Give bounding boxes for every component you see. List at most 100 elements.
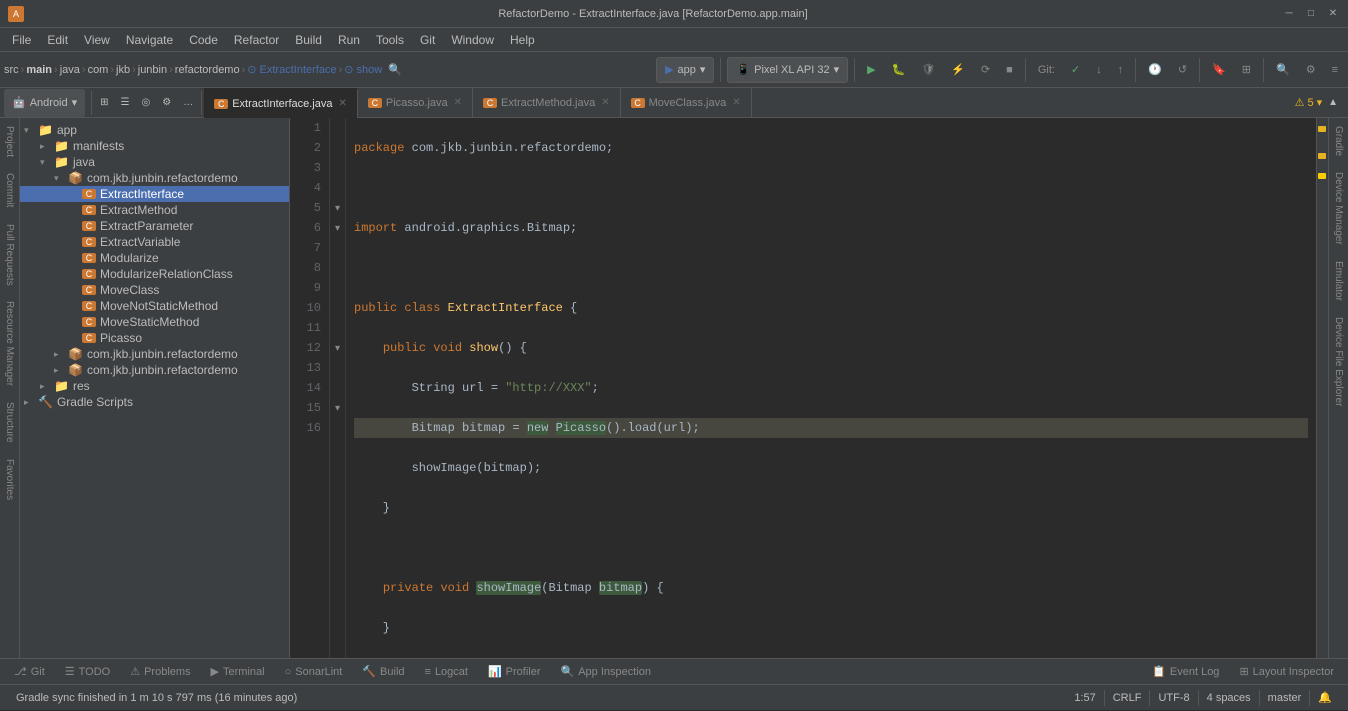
- project-scroll-button[interactable]: ◎: [136, 89, 157, 117]
- code-text-area[interactable]: package com.jkb.junbin.refactordemo; imp…: [346, 118, 1316, 658]
- menu-edit[interactable]: Edit: [39, 28, 76, 52]
- gutter-6[interactable]: ▾: [330, 218, 345, 238]
- panel-gradle[interactable]: Gradle: [1331, 118, 1346, 164]
- project-list-button[interactable]: ☰: [115, 89, 136, 117]
- tab-close-move-class[interactable]: ✕: [732, 97, 740, 108]
- tab-extract-interface[interactable]: C ExtractInterface.java ✕: [204, 88, 358, 118]
- apply-changes-button[interactable]: ⟳: [975, 56, 996, 84]
- code-editor[interactable]: 1 2 3 4 5 6 7 8 9 10 11 12 13 14 15 16: [290, 118, 1328, 658]
- bottom-tab-event-log[interactable]: 📋 Event Log: [1142, 659, 1229, 685]
- tab-move-class[interactable]: C MoveClass.java ✕: [621, 88, 752, 118]
- menu-code[interactable]: Code: [181, 28, 226, 52]
- warning-badge[interactable]: ⚠ 5 ▾: [1295, 96, 1323, 109]
- gutter-15[interactable]: ▾: [330, 398, 345, 418]
- breadcrumb-com[interactable]: com: [88, 64, 109, 76]
- tab-extract-method[interactable]: C ExtractMethod.java ✕: [473, 88, 621, 118]
- tree-package-2[interactable]: ▸ 📦 com.jkb.junbin.refactordemo: [20, 346, 289, 362]
- tree-modularize[interactable]: C Modularize: [20, 250, 289, 266]
- status-git-branch[interactable]: master: [1260, 685, 1310, 711]
- device-dropdown[interactable]: 📱 Pixel XL API 32 ▾: [727, 57, 848, 83]
- menu-view[interactable]: View: [76, 28, 118, 52]
- panel-resource-manager[interactable]: Resource Manager: [2, 293, 17, 394]
- history-button[interactable]: 🕐: [1142, 56, 1168, 84]
- panel-structure[interactable]: Structure: [2, 394, 17, 451]
- tree-move-class[interactable]: C MoveClass: [20, 282, 289, 298]
- bottom-tab-todo[interactable]: ☰ TODO: [55, 659, 120, 685]
- menu-refactor[interactable]: Refactor: [226, 28, 287, 52]
- stop-button[interactable]: ■: [1000, 56, 1019, 84]
- settings-button[interactable]: ⚙: [1300, 56, 1322, 84]
- panel-favorites[interactable]: Favorites: [2, 451, 17, 508]
- tree-move-not-static[interactable]: C MoveNotStaticMethod: [20, 298, 289, 314]
- tab-picasso[interactable]: C Picasso.java ✕: [358, 88, 473, 118]
- minimize-button[interactable]: ─: [1282, 7, 1296, 21]
- project-sync-button[interactable]: ⊞: [94, 89, 114, 117]
- tree-extract-interface[interactable]: C ExtractInterface: [20, 186, 289, 202]
- run-button[interactable]: ▶: [861, 56, 881, 84]
- breadcrumb-jkb[interactable]: jkb: [116, 64, 130, 76]
- tree-move-static[interactable]: C MoveStaticMethod: [20, 314, 289, 330]
- status-indent[interactable]: 4 spaces: [1199, 685, 1259, 711]
- panel-commit[interactable]: Commit: [2, 165, 17, 215]
- menu-build[interactable]: Build: [287, 28, 330, 52]
- tree-picasso[interactable]: C Picasso: [20, 330, 289, 346]
- status-position[interactable]: 1:57: [1066, 685, 1103, 711]
- status-notifications[interactable]: 🔔: [1310, 685, 1340, 711]
- bottom-tab-build[interactable]: 🔨 Build: [352, 659, 414, 685]
- tree-extract-method[interactable]: C ExtractMethod: [20, 202, 289, 218]
- tree-gradle-scripts[interactable]: ▸ 🔨 Gradle Scripts: [20, 394, 289, 410]
- app-dropdown[interactable]: ▶ app ▾: [656, 57, 714, 83]
- tree-manifests[interactable]: ▸ 📁 manifests: [20, 138, 289, 154]
- menu-git[interactable]: Git: [412, 28, 443, 52]
- tree-app[interactable]: ▾ 📁 app: [20, 122, 289, 138]
- panel-device-manager[interactable]: Device Manager: [1331, 164, 1346, 253]
- bottom-tab-git[interactable]: ⎇ Git: [4, 659, 55, 685]
- breadcrumb-java[interactable]: java: [60, 64, 80, 76]
- panel-pull-requests[interactable]: Pull Requests: [2, 216, 17, 294]
- debug-button[interactable]: 🐛: [886, 56, 912, 84]
- panel-emulator[interactable]: Emulator: [1331, 253, 1346, 309]
- menu-navigate[interactable]: Navigate: [118, 28, 181, 52]
- bottom-tab-logcat[interactable]: ≡ Logcat: [415, 659, 478, 685]
- menu-tools[interactable]: Tools: [368, 28, 412, 52]
- breadcrumb-file[interactable]: ⊙ ExtractInterface: [247, 63, 336, 76]
- revert-button[interactable]: ↺: [1172, 56, 1193, 84]
- terminal-button[interactable]: ⊞: [1236, 56, 1257, 84]
- profile-button[interactable]: ⚡: [945, 56, 971, 84]
- collapse-button[interactable]: ▲: [1322, 89, 1344, 117]
- more-button[interactable]: ≡: [1326, 56, 1344, 84]
- coverage-button[interactable]: 🛡: [915, 56, 941, 84]
- breadcrumb-refactordemo[interactable]: refactordemo: [175, 64, 240, 76]
- maximize-button[interactable]: □: [1304, 7, 1318, 21]
- tree-package-main[interactable]: ▾ 📦 com.jkb.junbin.refactordemo: [20, 170, 289, 186]
- menu-window[interactable]: Window: [443, 28, 502, 52]
- breadcrumb-src[interactable]: src: [4, 64, 19, 76]
- tab-close-extract-interface[interactable]: ✕: [339, 98, 347, 109]
- git-update-button[interactable]: ↓: [1090, 56, 1108, 84]
- bookmarks-button[interactable]: 🔖: [1206, 56, 1232, 84]
- menu-run[interactable]: Run: [330, 28, 368, 52]
- tree-res[interactable]: ▸ 📁 res: [20, 378, 289, 394]
- menu-file[interactable]: File: [4, 28, 39, 52]
- tree-extract-variable[interactable]: C ExtractVariable: [20, 234, 289, 250]
- bottom-tab-terminal[interactable]: ▶ Terminal: [201, 659, 275, 685]
- status-line-sep[interactable]: CRLF: [1105, 685, 1150, 711]
- bottom-tab-app-inspection[interactable]: 🔍 App Inspection: [551, 659, 661, 685]
- bottom-tab-problems[interactable]: ⚠ Problems: [120, 659, 200, 685]
- status-encoding[interactable]: UTF-8: [1150, 685, 1197, 711]
- breadcrumb-main[interactable]: main: [26, 64, 52, 76]
- project-settings-button[interactable]: ⚙: [156, 89, 177, 117]
- close-button[interactable]: ✕: [1326, 7, 1340, 21]
- git-push-button[interactable]: ↑: [1112, 56, 1130, 84]
- tree-package-3[interactable]: ▸ 📦 com.jkb.junbin.refactordemo: [20, 362, 289, 378]
- breadcrumb-junbin[interactable]: junbin: [138, 64, 167, 76]
- panel-device-file-explorer[interactable]: Device File Explorer: [1331, 309, 1346, 414]
- tree-extract-parameter[interactable]: C ExtractParameter: [20, 218, 289, 234]
- gutter-5[interactable]: ▾: [330, 198, 345, 218]
- bottom-tab-sonarlint[interactable]: ○ SonarLint: [275, 659, 353, 685]
- breadcrumb-search-icon[interactable]: 🔍: [388, 63, 402, 76]
- tab-close-extract-method[interactable]: ✕: [601, 97, 609, 108]
- tab-close-picasso[interactable]: ✕: [454, 97, 462, 108]
- project-more-button[interactable]: …: [177, 89, 199, 117]
- android-panel-header[interactable]: 🤖 Android ▾: [4, 89, 85, 117]
